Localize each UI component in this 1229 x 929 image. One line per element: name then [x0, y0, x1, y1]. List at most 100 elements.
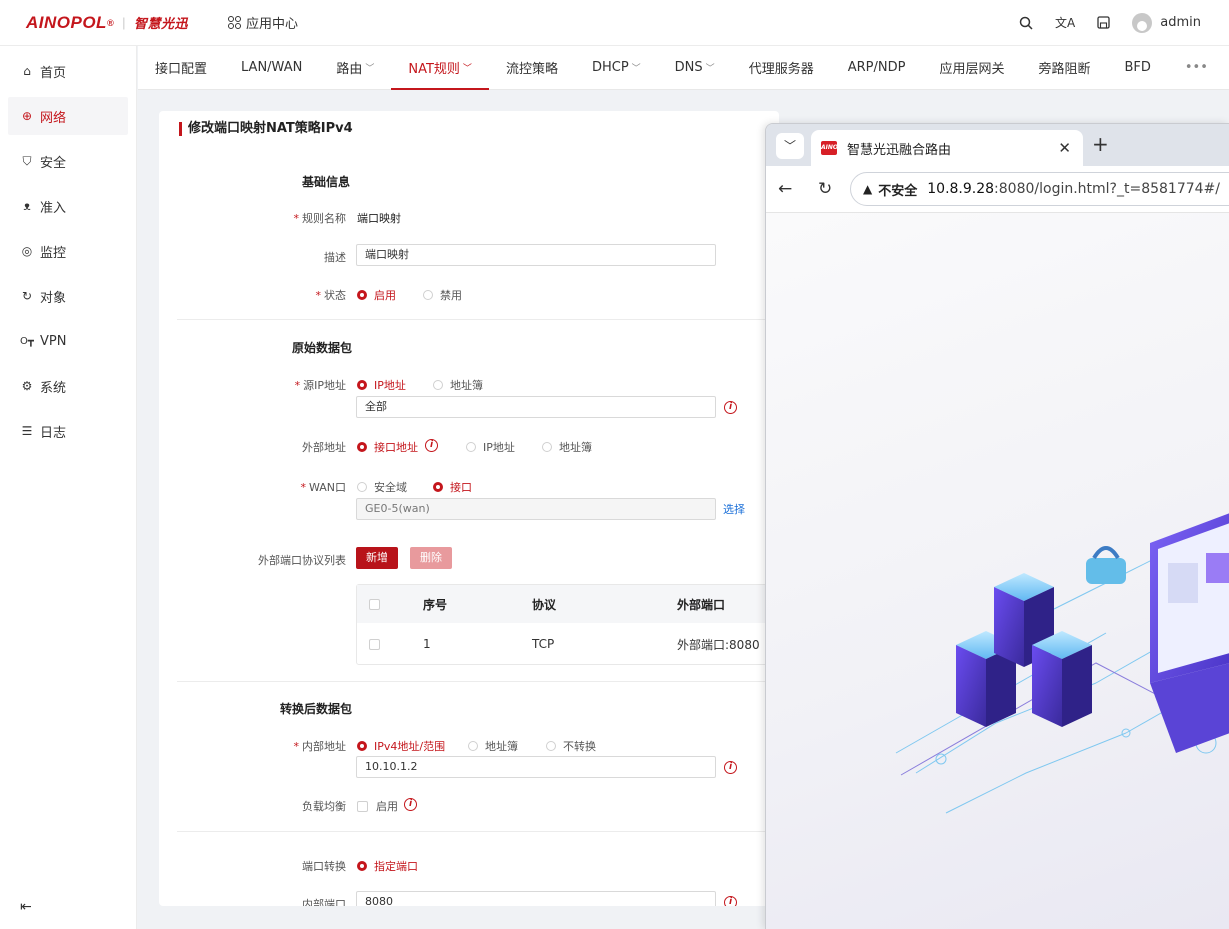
tab-label: 流控策略 [505, 62, 558, 77]
info-icon[interactable]: i [425, 439, 438, 452]
sidebar-item-home[interactable]: ⌂ 首页 [8, 52, 128, 90]
table-row[interactable]: 1 TCP 外部端口:8080 [357, 623, 779, 665]
user-menu[interactable]: admin [1132, 12, 1201, 33]
wan-security-zone-radio[interactable]: 安全域 [357, 479, 407, 495]
sidebar-item-system[interactable]: ⚙ 系统 [8, 367, 128, 405]
status-disable-radio[interactable]: 禁用 [423, 287, 462, 303]
browser-window: ﹀ AINO 智慧光迅融合路由 ✕ + ← ↻ ▲ 不安全 10.8.9.28:… [765, 123, 1229, 929]
brand-logo[interactable]: AINOPOL ® | 智慧光迅 [26, 13, 188, 33]
wan-interface-input: GE0-5(wan) [356, 498, 716, 520]
tab-more[interactable]: ••• [1168, 46, 1225, 90]
tab-arp-ndp[interactable]: ARP/NDP [831, 46, 923, 90]
reload-icon[interactable]: ↻ [818, 179, 832, 199]
sidebar-item-access[interactable]: ᴥ 准入 [8, 187, 128, 225]
logo-separator: | [122, 15, 126, 30]
sidebar-item-label: 对象 [40, 290, 67, 306]
inner-no-translate-radio[interactable]: 不转换 [546, 738, 596, 754]
tab-label: ARP/NDP [847, 60, 906, 75]
close-tab-icon[interactable]: ✕ [1058, 139, 1071, 157]
tab-bypass-block[interactable]: 旁路阻断 [1021, 46, 1107, 90]
globe-icon: ⊕ [21, 109, 33, 123]
inner-port-input[interactable]: 8080 [356, 891, 716, 906]
browser-tab[interactable]: AINO 智慧光迅融合路由 ✕ [811, 130, 1083, 166]
form-title: 修改端口映射NAT策略IPv4 [179, 122, 353, 136]
rule-name-value: 端口映射 [357, 212, 401, 225]
source-address-book-radio[interactable]: 地址簿 [433, 377, 483, 393]
description-input[interactable]: 端口映射 [356, 244, 716, 266]
inner-ipv4-range-radio[interactable]: IPv4地址/范围 [357, 738, 445, 754]
sidebar-item-monitor[interactable]: ◎ 监控 [8, 232, 128, 270]
tab-alg[interactable]: 应用层网关 [922, 46, 1021, 90]
back-arrow-icon[interactable]: ← [778, 179, 792, 199]
laptop-illustration [1150, 513, 1229, 753]
tab-label: DNS [674, 60, 703, 75]
source-ip-input[interactable]: 全部 [356, 396, 716, 418]
wan-interface-radio[interactable]: 接口 [433, 479, 472, 495]
address-bar[interactable]: ▲ 不安全 10.8.9.28:8080/login.html?_t=85817… [850, 172, 1229, 206]
sidebar-item-label: 准入 [40, 200, 67, 216]
tab-dhcp[interactable]: DHCP ﹀ [575, 46, 658, 90]
divider [177, 831, 777, 832]
lock-illustration [1086, 546, 1126, 584]
source-ip-address-radio[interactable]: IP地址 [357, 377, 406, 393]
tab-interface-config[interactable]: 接口配置 [138, 46, 224, 90]
sidebar-item-log[interactable]: ☰ 日志 [8, 412, 128, 450]
sidebar-item-vpn[interactable]: O┳ VPN [8, 322, 128, 360]
select-all-checkbox[interactable] [369, 598, 380, 610]
external-ip-address-radio[interactable]: IP地址 [466, 439, 515, 455]
status-label: * 状态 [315, 289, 347, 302]
server-right [1032, 631, 1092, 727]
tab-nat-rules[interactable]: NAT规则 ﹀ [391, 46, 489, 90]
tab-dns[interactable]: DNS ﹀ [658, 46, 732, 90]
inner-address-book-radio[interactable]: 地址簿 [468, 738, 518, 754]
inner-address-label: * 内部地址 [293, 740, 347, 753]
info-icon[interactable]: i [724, 896, 737, 906]
tab-lan-wan[interactable]: LAN/WAN [224, 46, 319, 90]
external-interface-address-radio[interactable]: 接口地址 [357, 439, 418, 455]
info-icon[interactable]: i [724, 401, 737, 414]
new-tab-icon[interactable]: + [1092, 132, 1109, 156]
translate-icon[interactable]: 文A [1055, 14, 1075, 31]
load-balance-checkbox[interactable]: 启用 [357, 798, 398, 814]
tab-search-chevron-icon[interactable]: ﹀ [776, 133, 804, 159]
external-address-book-radio[interactable]: 地址簿 [542, 439, 592, 455]
sidebar-item-object[interactable]: ↻ 对象 [8, 277, 128, 315]
sidebar-item-network[interactable]: ⊕ 网络 [8, 97, 128, 135]
tab-routing[interactable]: 路由 ﹀ [319, 46, 391, 90]
wan-select-link[interactable]: 选择 [723, 501, 745, 517]
home-icon: ⌂ [23, 64, 31, 78]
site-favicon-icon: AINO [821, 141, 838, 155]
tab-bfd[interactable]: BFD [1107, 46, 1167, 90]
tab-label: 代理服务器 [748, 62, 814, 77]
chevron-down-icon: ﹀ [462, 64, 472, 74]
info-icon[interactable]: i [404, 798, 417, 811]
sidebar-item-label: 监控 [40, 245, 67, 261]
port-protocol-table: 序号 协议 外部端口 1 TCP 外部端口:8080 [356, 584, 779, 665]
sidebar-item-label: VPN [40, 333, 67, 349]
chevron-down-icon: ﹀ [631, 64, 641, 74]
add-button[interactable]: 新增 [356, 547, 398, 569]
save-icon[interactable] [1097, 16, 1110, 29]
status-enable-radio[interactable]: 启用 [357, 287, 396, 303]
sidebar-item-security[interactable]: ⛉ 安全 [8, 142, 128, 180]
info-icon[interactable]: i [724, 761, 737, 774]
inner-address-input[interactable]: 10.10.1.2 [356, 756, 716, 778]
sidebar: ⌂ 首页 ⊕ 网络 ⛉ 安全 ᴥ 准入 ◎ 监控 ↻ 对象 O┳ VPN ⚙ 系… [0, 46, 137, 929]
cell-protocol: TCP [532, 637, 555, 651]
users-icon: ᴥ [23, 199, 31, 213]
collapse-sidebar-icon[interactable]: ⇤ [20, 899, 32, 915]
section-original-packet: 原始数据包 [292, 341, 353, 355]
nat-edit-form: 修改端口映射NAT策略IPv4 基础信息 * 规则名称 端口映射 描述 端口映射 … [159, 111, 779, 906]
row-checkbox[interactable] [369, 638, 380, 650]
tab-flow-control[interactable]: 流控策略 [489, 46, 575, 90]
app-center-button[interactable]: 应用中心 [228, 13, 298, 32]
specified-port-radio[interactable]: 指定端口 [357, 858, 418, 874]
col-index: 序号 [423, 597, 448, 612]
external-address-label: 外部地址 [302, 441, 346, 454]
delete-button[interactable]: 删除 [410, 547, 452, 569]
section-basic-info: 基础信息 [302, 175, 351, 189]
search-icon[interactable] [1019, 16, 1033, 30]
col-protocol: 协议 [532, 597, 557, 612]
tab-proxy-server[interactable]: 代理服务器 [732, 46, 831, 90]
tab-label: NAT规则 [408, 62, 460, 77]
